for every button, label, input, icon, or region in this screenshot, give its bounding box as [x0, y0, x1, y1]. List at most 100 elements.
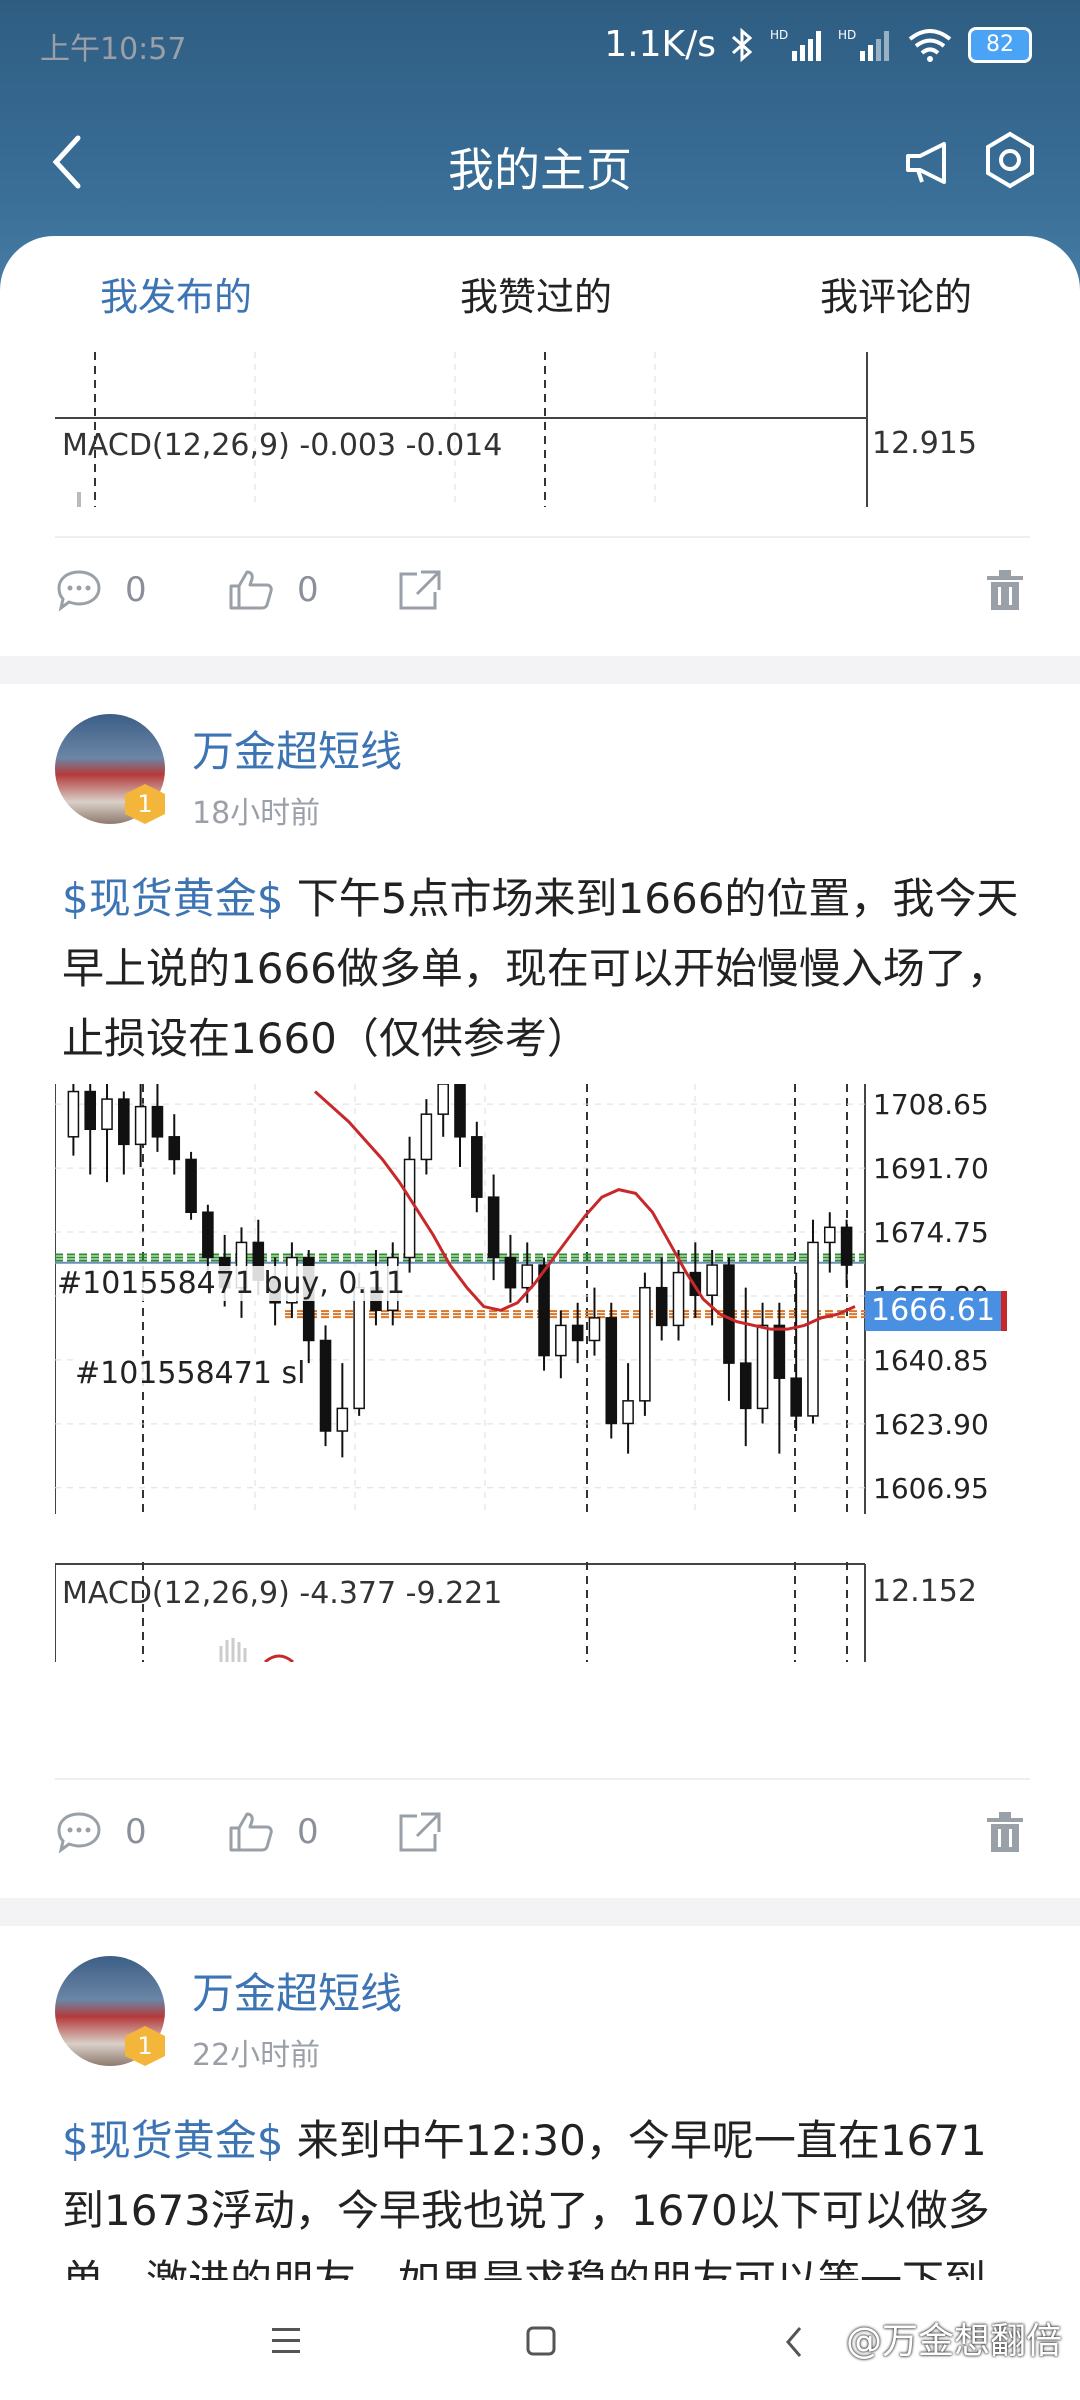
trash-icon	[987, 570, 1023, 610]
macd-value: 12.152	[872, 1574, 977, 1609]
signal-icon-2: HD	[838, 28, 889, 61]
y-tick-label: 1623.90	[873, 1408, 989, 1441]
delete-button[interactable]	[985, 1810, 1025, 1854]
candle-body	[739, 1362, 752, 1410]
status-time: 上午10:57	[40, 32, 187, 67]
svg-text:HD: HD	[838, 28, 856, 42]
like-count: 0	[297, 570, 319, 610]
tab-published[interactable]: 我发布的	[100, 266, 252, 321]
trash-icon	[987, 1812, 1023, 1852]
post-body: $现货黄金$ 来到中午12:30，今早呢一直在1671到1673浮动，今早我也说…	[62, 2106, 1022, 2296]
content-card: 我发布的 我赞过的 我评论的 MACD(12,26,9) -0.003 -0.0…	[0, 236, 1080, 2400]
svg-text:HD: HD	[770, 28, 788, 42]
thumbs-up-icon	[229, 570, 273, 610]
signal-icon: HD	[770, 28, 821, 61]
order-label: #101558471 buy, 0.11	[57, 1266, 406, 1301]
candle-body	[840, 1226, 853, 1266]
home-icon[interactable]	[522, 2322, 562, 2362]
comment-icon	[57, 570, 101, 612]
candle-body	[773, 1324, 786, 1379]
divider	[55, 536, 1030, 538]
system-nav-bar: @万金想翻倍	[0, 2280, 1080, 2400]
tab-commented[interactable]: 我评论的	[820, 266, 972, 321]
candle-body	[555, 1324, 567, 1357]
delete-button[interactable]	[985, 568, 1025, 612]
candle-body	[807, 1241, 819, 1417]
candle-body	[504, 1256, 517, 1289]
candle-body	[723, 1264, 735, 1364]
tab-liked[interactable]: 我赞过的	[460, 266, 612, 321]
candle-body	[521, 1264, 534, 1289]
comment-count: 0	[125, 1812, 147, 1852]
bluetooth-icon	[732, 27, 753, 62]
tab-bar: 我发布的 我赞过的 我评论的	[0, 266, 1080, 346]
comment-icon	[57, 1812, 101, 1854]
like-button[interactable]: 0	[227, 568, 319, 612]
candle-body	[790, 1377, 802, 1417]
y-tick-label: 1674.75	[873, 1216, 989, 1249]
post-actions: 0 0	[55, 1810, 1030, 1870]
section-separator	[0, 1898, 1080, 1926]
share-icon	[399, 1812, 441, 1852]
candle-body	[185, 1158, 197, 1213]
author-name[interactable]: 万金超短线	[192, 1960, 402, 2021]
nav-bar: 我的主页	[0, 130, 1080, 200]
candle-body	[353, 1286, 365, 1410]
candle-body	[571, 1324, 584, 1342]
current-price-badge: 1666.61	[865, 1291, 1007, 1331]
candle-body	[706, 1264, 718, 1296]
like-button[interactable]: 0	[227, 1810, 319, 1854]
candle-body	[538, 1264, 550, 1357]
post-time: 22小时前	[192, 2038, 321, 2073]
candle-body	[437, 1084, 449, 1115]
post-body: $现货黄金$ 下午5点市场来到1666的位置，我今天早上说的1666做多单，现在…	[62, 864, 1022, 1074]
candle-body	[101, 1098, 113, 1131]
status-icons: 1.1K/s HD HD 82	[604, 24, 1032, 65]
network-speed: 1.1K/s	[604, 24, 716, 65]
share-button[interactable]	[395, 568, 443, 612]
wifi-icon	[908, 28, 952, 62]
candle-body	[756, 1324, 769, 1410]
candle-body	[487, 1196, 500, 1259]
candle-body	[420, 1113, 433, 1161]
status-bar: 上午10:57 1.1K/s HD HD 82	[0, 18, 1080, 78]
like-count: 0	[297, 1812, 319, 1852]
post-actions: 0 0	[55, 568, 1030, 628]
menu-icon[interactable]	[268, 2324, 308, 2358]
candle-body	[622, 1400, 634, 1425]
post-time: 18小时前	[192, 796, 321, 831]
comment-button[interactable]: 0	[55, 568, 147, 612]
post-tag[interactable]: $现货黄金$	[62, 874, 283, 923]
candle-body	[672, 1271, 685, 1327]
candle-body	[67, 1090, 80, 1138]
candle-body	[118, 1098, 130, 1146]
candle-body	[403, 1158, 416, 1259]
candle-body	[588, 1317, 601, 1342]
candle-body	[151, 1105, 164, 1138]
divider	[55, 1778, 1030, 1780]
candle-body	[319, 1339, 332, 1432]
candle-body	[655, 1286, 668, 1327]
candle-body	[454, 1084, 466, 1138]
author-name[interactable]: 万金超短线	[192, 718, 402, 779]
battery-icon: 82	[968, 26, 1032, 63]
section-separator	[0, 656, 1080, 684]
candle-body	[823, 1226, 836, 1244]
macd-label-top: MACD(12,26,9) -0.003 -0.014	[62, 428, 503, 463]
settings-icon[interactable]	[980, 130, 1040, 190]
candle-body	[605, 1317, 618, 1425]
share-button[interactable]	[395, 1810, 443, 1854]
y-tick-label: 1640.85	[873, 1344, 989, 1377]
macd-label: MACD(12,26,9) -4.377 -9.221	[62, 1576, 503, 1611]
y-tick-label: 1691.70	[873, 1152, 989, 1185]
back-nav-icon[interactable]	[780, 2322, 810, 2362]
candle-body	[471, 1136, 483, 1198]
comment-count: 0	[125, 570, 147, 610]
y-tick-label: 1606.95	[873, 1472, 989, 1505]
macd-value-top: 12.915	[872, 426, 977, 461]
candle-body	[336, 1407, 349, 1432]
post-tag[interactable]: $现货黄金$	[62, 2116, 283, 2165]
watermark: @万金想翻倍	[845, 2321, 1062, 2362]
comment-button[interactable]: 0	[55, 1810, 147, 1854]
megaphone-icon[interactable]	[902, 136, 956, 190]
